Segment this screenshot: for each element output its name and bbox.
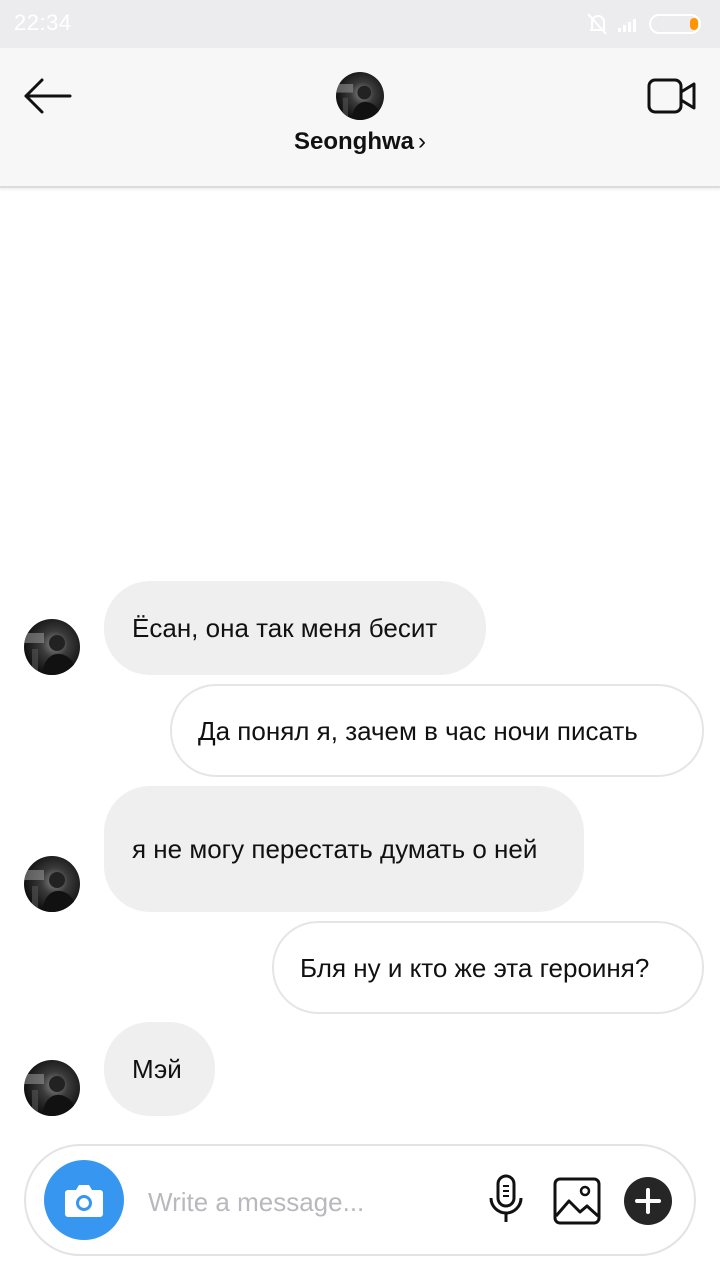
chevron-right-icon: › — [418, 128, 426, 155]
message-text: Бля ну и кто же эта героиня? — [300, 952, 650, 983]
gallery-button[interactable] — [552, 1176, 602, 1226]
chat-header: Seonghwa › — [0, 48, 720, 188]
more-options-button[interactable] — [624, 1177, 672, 1225]
message-input[interactable] — [146, 1176, 470, 1228]
microphone-icon — [489, 1174, 523, 1222]
message-bubble-outgoing[interactable]: Бля ну и кто же эта героиня? — [272, 921, 704, 1014]
avatar[interactable] — [24, 1060, 80, 1116]
image-icon — [553, 1177, 601, 1225]
message-bubble-incoming[interactable]: я не могу перестать думать о ней — [104, 786, 584, 912]
status-icons — [578, 10, 708, 38]
video-camera-icon — [647, 78, 696, 114]
plus-icon — [635, 1188, 661, 1214]
video-call-button[interactable] — [646, 76, 698, 116]
message-bubble-outgoing[interactable]: Да понял я, зачем в час ночи писать — [170, 684, 704, 777]
camera-icon — [65, 1185, 103, 1217]
message-text: я не могу перестать думать о ней — [132, 834, 538, 864]
microphone-button[interactable] — [484, 1174, 528, 1226]
contact-name: Seonghwa — [293, 128, 414, 155]
mute-bell-icon — [587, 13, 607, 35]
message-text: Ёсан, она так меня бесит — [132, 613, 438, 643]
avatar[interactable] — [24, 856, 80, 912]
message-text: Да понял я, зачем в час ночи писать — [198, 715, 638, 746]
status-time: 22:34 — [14, 10, 72, 35]
contact-name-link[interactable]: Seonghwa › — [0, 128, 720, 156]
status-bar: 22:34 — [0, 0, 720, 48]
message-text: Мэй — [132, 1054, 182, 1084]
arrow-left-icon — [24, 78, 72, 114]
header-avatar[interactable] — [336, 72, 384, 120]
message-bubble-incoming[interactable]: Мэй — [104, 1022, 215, 1116]
message-composer — [24, 1144, 696, 1256]
back-button[interactable] — [22, 76, 74, 116]
signal-icon — [618, 19, 636, 32]
battery-icon — [649, 14, 701, 34]
avatar[interactable] — [24, 619, 80, 675]
camera-button[interactable] — [44, 1160, 124, 1240]
message-bubble-incoming[interactable]: Ёсан, она так меня бесит — [104, 581, 486, 675]
